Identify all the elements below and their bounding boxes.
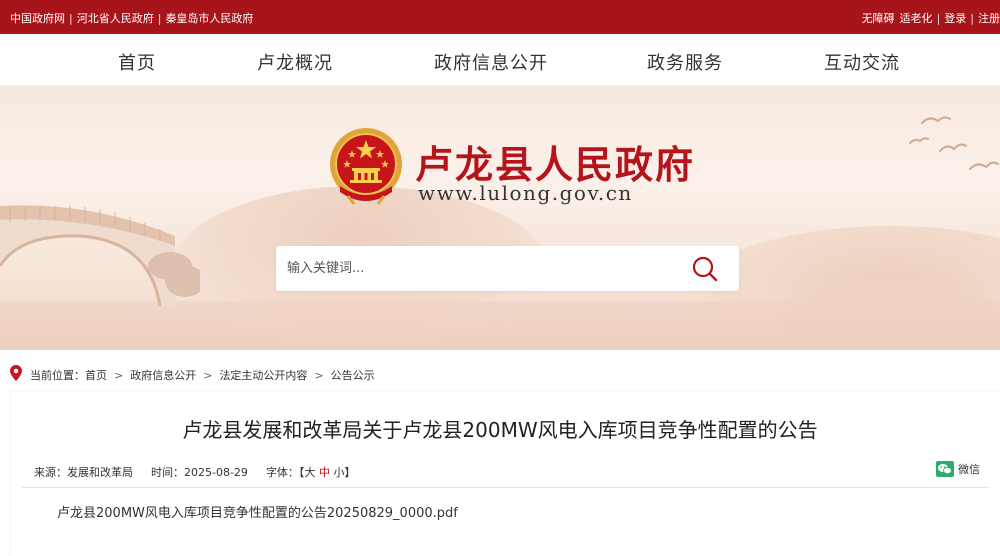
nav-item-overview[interactable]: 卢龙概况 <box>257 49 333 75</box>
link-gov-cn[interactable]: 中国政府网 <box>10 10 65 26</box>
link-qinhuangdao-gov[interactable]: 秦皇岛市人民政府 <box>165 10 253 26</box>
font-size-label: 字体：【 <box>265 466 305 479</box>
breadcrumb-statutory-content[interactable]: 法定主动公开内容 <box>219 367 307 383</box>
divider <box>22 487 989 488</box>
separator: | <box>970 11 974 25</box>
top-bar: 中国政府网 | 河北省人民政府 | 秦皇岛市人民政府 无障碍 适老化 | 登录 … <box>0 0 1000 34</box>
search-input[interactable] <box>276 246 676 291</box>
location-pin-icon <box>10 365 22 381</box>
wechat-icon <box>936 461 954 477</box>
article-panel: 卢龙县发展和改革局关于卢龙县200MW风电入库项目竞争性配置的公告 来源：发展和… <box>11 392 1000 556</box>
arch-bridge-illustration <box>0 205 200 306</box>
breadcrumb-separator: > <box>114 368 124 382</box>
nav-item-services[interactable]: 政务服务 <box>647 49 723 75</box>
separator: | <box>69 11 73 25</box>
login-link[interactable]: 登录 <box>944 10 966 26</box>
search-icon[interactable] <box>691 255 719 283</box>
font-size-end: 】 <box>344 466 356 479</box>
font-size-control: 字体：【大 中 小】 <box>266 464 356 480</box>
breadcrumb: 当前位置： 首页 > 政府信息公开 > 法定主动公开内容 > 公告公示 <box>0 350 1000 396</box>
background-water <box>0 301 1000 350</box>
breadcrumb-separator: > <box>203 368 213 382</box>
font-size-small-button[interactable]: 小 <box>333 466 344 479</box>
breadcrumb-label: 当前位置： <box>30 369 85 382</box>
site-url: www.lulong.gov.cn <box>418 181 633 205</box>
accessibility-link[interactable]: 无障碍 <box>862 10 895 26</box>
top-bar-left-links: 中国政府网 | 河北省人民政府 | 秦皇岛市人民政府 <box>10 10 253 26</box>
elderly-mode-link[interactable]: 适老化 <box>900 10 933 26</box>
breadcrumb-separator: > <box>314 368 324 382</box>
search-box <box>276 246 739 291</box>
nav-item-info-disclosure[interactable]: 政府信息公开 <box>434 49 548 75</box>
register-link[interactable]: 注册 <box>978 10 1000 26</box>
font-size-large-button[interactable]: 大 <box>304 466 315 479</box>
article-meta: 来源：发展和改革局 时间：2025-08-29 字体：【大 中 小】 <box>34 464 373 480</box>
breadcrumb-announcements[interactable]: 公告公示 <box>331 367 375 383</box>
top-bar-right-links: 无障碍 适老化 | 登录 | 注册 <box>862 10 1000 26</box>
attachment-link[interactable]: 卢龙县200MW风电入库项目竞争性配置的公告20250829_0000.pdf <box>57 502 458 521</box>
article-time: 时间：2025-08-29 <box>151 466 248 479</box>
nav-item-home[interactable]: 首页 <box>118 49 156 75</box>
separator: | <box>157 11 162 25</box>
breadcrumb-info-disclosure[interactable]: 政府信息公开 <box>130 367 196 383</box>
birds-illustration <box>909 116 999 170</box>
article-title: 卢龙县发展和改革局关于卢龙县200MW风电入库项目竞争性配置的公告 <box>182 418 818 442</box>
national-emblem-icon <box>330 128 402 205</box>
nav-item-interaction[interactable]: 互动交流 <box>824 49 900 75</box>
font-size-medium-button[interactable]: 中 <box>319 466 330 479</box>
link-hebei-gov[interactable]: 河北省人民政府 <box>77 10 154 26</box>
wechat-share-label: 微信 <box>958 463 980 476</box>
main-nav: 首页 卢龙概况 政府信息公开 政务服务 互动交流 <box>0 34 1000 86</box>
breadcrumb-trail: 当前位置： 首页 > 政府信息公开 > 法定主动公开内容 > 公告公示 <box>30 367 375 383</box>
breadcrumb-home[interactable]: 首页 <box>85 367 107 383</box>
separator: | <box>936 11 941 25</box>
article-source: 来源：发展和改革局 <box>34 466 133 479</box>
header-banner: 卢龙县人民政府 www.lulong.gov.cn <box>0 86 1000 350</box>
wechat-share-button[interactable]: 微信 <box>936 461 980 477</box>
